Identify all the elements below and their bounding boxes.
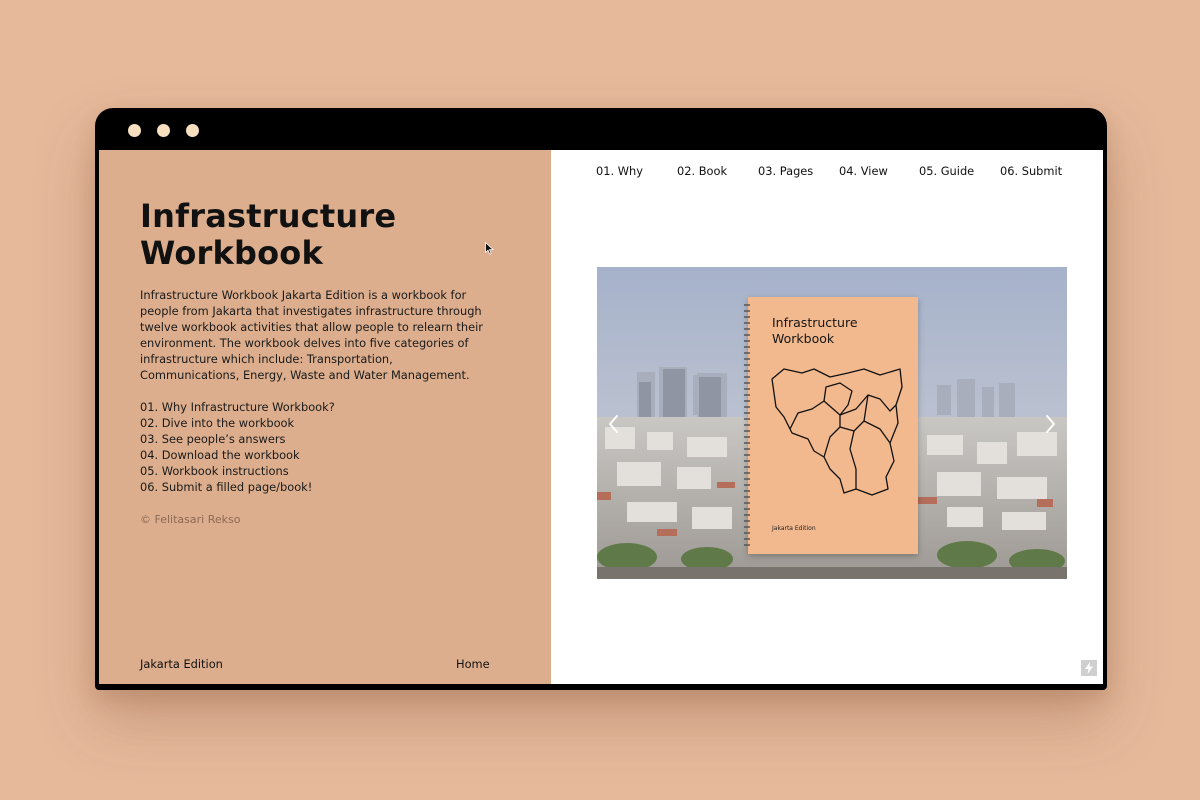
toc-item-instructions[interactable]: 05. Workbook instructions — [140, 463, 335, 479]
nav-submit[interactable]: 06. Submit — [1000, 164, 1062, 178]
chevron-right-icon[interactable] — [1040, 412, 1060, 436]
page-description: Infrastructure Workbook Jakarta Edition … — [140, 288, 483, 382]
nav-pages[interactable]: 03. Pages — [758, 164, 813, 178]
chevron-left-icon[interactable] — [604, 412, 624, 436]
lightning-icon[interactable] — [1081, 660, 1097, 676]
copyright-text: © Felitasari Rekso — [140, 513, 241, 526]
edition-label: Jakarta Edition — [140, 657, 223, 671]
window-dot[interactable] — [186, 124, 199, 137]
browser-window: Infrastructure Workbook Infrastructure W… — [95, 108, 1107, 690]
nav-view[interactable]: 04. View — [839, 164, 888, 178]
nav-book[interactable]: 02. Book — [677, 164, 727, 178]
window-dot[interactable] — [157, 124, 170, 137]
content-panel: 01. Why 02. Book 03. Pages 04. View 05. … — [551, 150, 1103, 684]
nav-guide[interactable]: 05. Guide — [919, 164, 974, 178]
page-title: Infrastructure Workbook — [140, 197, 397, 272]
mouse-cursor-icon — [485, 242, 494, 255]
toc-item-submit[interactable]: 06. Submit a filled page/book! — [140, 479, 335, 495]
top-nav: 01. Why 02. Book 03. Pages 04. View 05. … — [551, 164, 1103, 184]
workbook-cover: Infrastructure Workbook Jakarta Edition — [744, 297, 918, 554]
toc-item-dive[interactable]: 02. Dive into the workbook — [140, 415, 335, 431]
image-slider[interactable]: Infrastructure Workbook Jakarta Edition — [597, 267, 1067, 579]
book-edition-label: Jakarta Edition — [772, 525, 816, 532]
window-titlebar — [95, 108, 1107, 150]
jakarta-map-outline — [771, 368, 903, 496]
nav-why[interactable]: 01. Why — [596, 164, 643, 178]
toc-item-answers[interactable]: 03. See people’s answers — [140, 431, 335, 447]
table-of-contents: 01. Why Infrastructure Workbook? 02. Div… — [140, 399, 335, 495]
spiral-binding — [744, 304, 750, 546]
book-title: Infrastructure Workbook — [772, 315, 858, 346]
toc-item-download[interactable]: 04. Download the workbook — [140, 447, 335, 463]
home-link[interactable]: Home — [456, 657, 490, 671]
window-dot[interactable] — [128, 124, 141, 137]
toc-item-why[interactable]: 01. Why Infrastructure Workbook? — [140, 399, 335, 415]
sidebar-panel: Infrastructure Workbook Infrastructure W… — [99, 150, 551, 684]
